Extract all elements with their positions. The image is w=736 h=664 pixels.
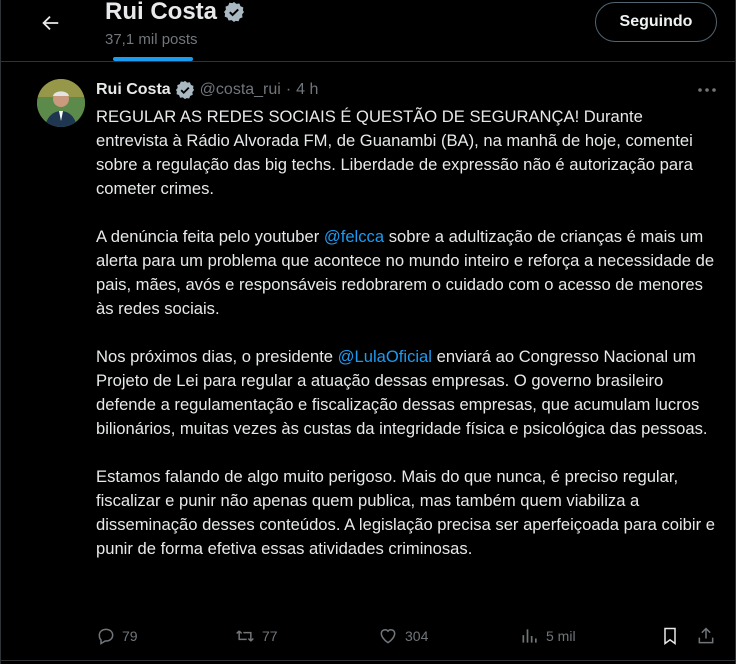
- back-button[interactable]: [33, 6, 67, 40]
- avatar-image: [37, 79, 85, 127]
- share-icon: [698, 627, 714, 644]
- verified-badge-icon: [224, 2, 245, 22]
- mention-link[interactable]: @felcca: [324, 227, 384, 246]
- avatar[interactable]: [37, 79, 85, 127]
- bookmark-button[interactable]: [660, 622, 686, 650]
- tweet-paragraph: Nos próximos dias, o presidente @LulaOfi…: [96, 345, 716, 441]
- tweet-paragraph: A denúncia feita pelo youtuber @felcca s…: [96, 225, 716, 321]
- repost-count: 77: [262, 628, 278, 644]
- tweet-time[interactable]: 4 h: [296, 81, 318, 99]
- arrow-left-icon: [42, 15, 59, 31]
- tweet-header: Rui Costa @costa_rui · 4 h: [96, 80, 318, 100]
- like-count: 304: [405, 628, 429, 644]
- profile-title: Rui Costa: [105, 0, 245, 26]
- timeline-column: Rui Costa 37,1 mil posts Seguindo Rui Co…: [0, 0, 736, 664]
- views-button[interactable]: 5 mil: [520, 622, 576, 650]
- more-button[interactable]: [695, 80, 719, 100]
- views-icon: [522, 629, 537, 643]
- repost-icon: [236, 630, 254, 642]
- reply-count: 79: [122, 628, 138, 644]
- tweet-paragraph: Estamos falando de algo muito perigoso. …: [96, 467, 715, 558]
- divider: [1, 660, 735, 661]
- post-count: 37,1 mil posts: [105, 31, 198, 48]
- views-count: 5 mil: [546, 628, 576, 644]
- text-segment: A denúncia feita pelo youtuber: [96, 227, 324, 246]
- tweet-actions: 79 77 304 5 mil: [1, 622, 735, 650]
- profile-name: Rui Costa: [105, 0, 218, 25]
- repost-button[interactable]: 77: [234, 622, 278, 650]
- separator-dot: ·: [285, 81, 292, 98]
- share-button[interactable]: [696, 622, 722, 650]
- tweet-text: REGULAR AS REDES SOCIAIS É QUESTÃO DE SE…: [96, 105, 716, 585]
- author-name[interactable]: Rui Costa: [96, 81, 171, 99]
- verified-badge-icon: [175, 80, 194, 100]
- reply-icon: [98, 628, 114, 645]
- reply-button[interactable]: 79: [96, 622, 138, 650]
- profile-header: Rui Costa 37,1 mil posts Seguindo: [1, 0, 735, 61]
- author-handle[interactable]: @costa_rui: [200, 81, 281, 99]
- like-button[interactable]: 304: [377, 622, 428, 650]
- more-dots-icon: [698, 88, 716, 92]
- mention-link[interactable]: @LulaOficial: [338, 347, 432, 366]
- bookmark-icon: [664, 627, 676, 645]
- following-button[interactable]: Seguindo: [595, 2, 717, 42]
- tweet-paragraph: REGULAR AS REDES SOCIAIS É QUESTÃO DE SE…: [96, 107, 693, 198]
- divider: [1, 61, 735, 62]
- heart-icon: [380, 629, 396, 644]
- text-segment: Nos próximos dias, o presidente: [96, 347, 338, 366]
